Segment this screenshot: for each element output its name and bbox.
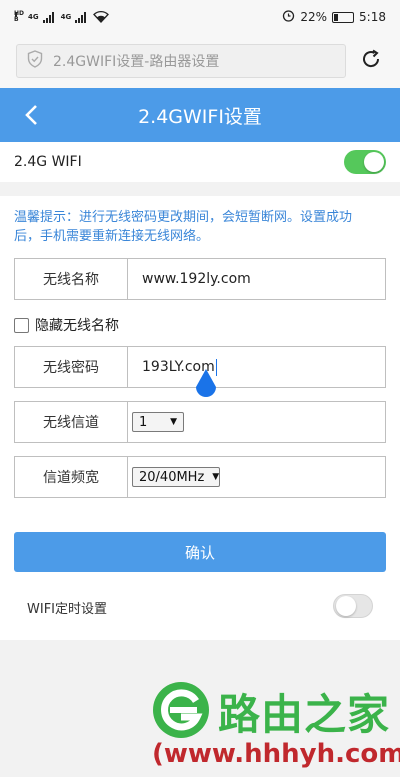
signal-icon-2 — [75, 11, 87, 23]
brand-url: (www.hhhyh.com) — [152, 739, 400, 769]
wifi-toggle-row: 2.4G WIFI — [0, 142, 400, 182]
watermark: 路由之家 (www.hhhyh.com) — [150, 677, 400, 777]
battery-percent: 22% — [300, 10, 328, 24]
channel-field: 无线信道 1 ▼ — [14, 401, 386, 443]
wifi-toggle-switch[interactable] — [344, 150, 386, 174]
hide-ssid-checkbox[interactable] — [14, 317, 29, 333]
bandwidth-label: 信道频宽 — [15, 457, 128, 497]
selection-handle-icon[interactable] — [194, 369, 218, 401]
ssid-value: www.192ly.com — [142, 271, 251, 287]
bandwidth-value: 20/40MHz — [139, 469, 205, 485]
settings-panel: 温馨提示：进行无线密码更改期间，会短暂断网。设置成功后，手机需要重新连接无线网络… — [0, 196, 400, 640]
channel-label: 无线信道 — [15, 402, 128, 442]
wifi-schedule-label: WIFI定时设置 — [27, 601, 107, 617]
signal-label-1: 4G — [28, 13, 39, 21]
ssid-input[interactable]: www.192ly.com — [128, 259, 385, 299]
wifi-toggle-label: 2.4G WIFI — [14, 154, 82, 170]
clock: 5:18 — [359, 10, 386, 24]
browser-bar: 2.4GWIFI设置-路由器设置 — [0, 34, 400, 88]
chevron-left-icon[interactable] — [18, 102, 44, 128]
bandwidth-field: 信道频宽 20/40MHz ▼ — [14, 456, 386, 498]
battery-fill — [334, 13, 339, 21]
hd-label-b: B — [14, 16, 19, 23]
notice-text: 温馨提示：进行无线密码更改期间，会短暂断网。设置成功后，手机需要重新连接无线网络… — [14, 210, 353, 244]
brand-logo-icon — [153, 682, 209, 738]
channel-value: 1 — [139, 414, 148, 430]
page-title: 2.4GWIFI设置 — [138, 105, 262, 128]
hide-ssid-label: 隐藏无线名称 — [35, 318, 119, 334]
wifi-schedule-switch[interactable] — [333, 594, 373, 618]
brand-name: 路由之家 — [218, 690, 391, 739]
status-bar: HD B 4G 4G 22% 5:18 — [0, 0, 400, 34]
alarm-icon — [282, 9, 295, 25]
ssid-label: 无线名称 — [15, 259, 128, 299]
signal-label-2: 4G — [60, 13, 72, 21]
status-left: HD B 4G 4G — [14, 11, 110, 23]
battery-icon — [15, 11, 355, 23]
reload-icon[interactable] — [360, 48, 382, 74]
signal-icon — [42, 11, 54, 23]
password-label: 无线密码 — [15, 347, 128, 387]
hide-ssid-row: 隐藏无线名称 — [14, 315, 119, 335]
wifi-icon — [93, 11, 110, 23]
address-text: 2.4GWIFI设置-路由器设置 — [53, 54, 220, 70]
bandwidth-select[interactable]: 20/40MHz ▼ — [132, 467, 220, 487]
password-input[interactable]: 193LY.com — [128, 347, 385, 397]
dropdown-arrow-icon: ▼ — [212, 472, 220, 482]
wifi-schedule-row: WIFI定时设置 — [0, 590, 400, 624]
app-header: 2.4GWIFI设置 — [0, 88, 400, 142]
password-field: 无线密码 193LY.com — [14, 346, 386, 397]
address-bar[interactable]: 2.4GWIFI设置-路由器设置 — [16, 44, 346, 78]
status-right: 22% 5:18 — [15, 9, 386, 25]
shield-icon — [27, 50, 43, 72]
confirm-button[interactable]: 确认 — [14, 532, 386, 572]
dropdown-arrow-icon: ▼ — [170, 417, 177, 427]
ssid-field: 无线名称 www.192ly.com — [14, 258, 386, 300]
channel-select[interactable]: 1 ▼ — [132, 412, 184, 432]
